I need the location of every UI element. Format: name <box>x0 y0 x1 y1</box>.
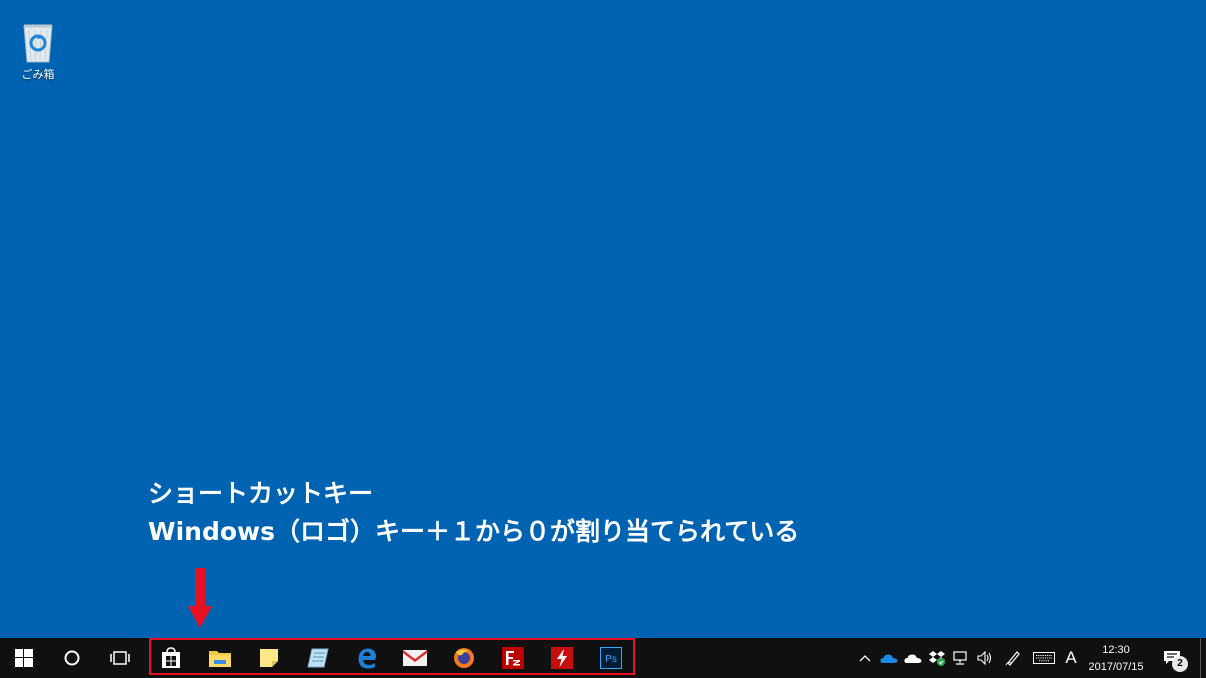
touch-keyboard-tray[interactable] <box>1030 638 1058 678</box>
pen-icon <box>1005 651 1020 666</box>
cortana-circle-icon <box>64 650 80 666</box>
dropbox-tray[interactable] <box>926 638 948 678</box>
down-arrow-icon <box>188 568 212 628</box>
keyboard-icon <box>1033 652 1055 664</box>
desktop: ごみ箱 ショートカットキー Windows（ロゴ）キー＋１から０が割り当てられて… <box>0 0 1206 638</box>
notification-count-badge: 2 <box>1172 656 1188 672</box>
task-view-icon <box>110 651 130 665</box>
ime-mode-label: A <box>1065 648 1077 667</box>
start-button[interactable] <box>0 638 48 678</box>
clock-date: 2017/07/15 <box>1088 661 1144 673</box>
onedrive-blue-cloud-icon <box>880 653 898 663</box>
task-view-button[interactable] <box>96 638 144 678</box>
network-tray[interactable] <box>950 638 972 678</box>
pinned-apps-highlight <box>149 638 635 675</box>
clock-time: 12:30 <box>1102 644 1130 656</box>
volume-tray[interactable] <box>974 638 996 678</box>
onedrive-tray[interactable] <box>902 638 924 678</box>
annotation-line2: Windows（ロゴ）キー＋１から０が割り当てられている <box>148 517 800 546</box>
show-desktop-button[interactable] <box>1200 638 1201 678</box>
pen-workspace-tray[interactable] <box>1002 638 1024 678</box>
recycle-bin-label: ごみ箱 <box>21 68 55 81</box>
recycle-bin[interactable]: ごみ箱 <box>12 20 64 82</box>
network-icon <box>953 651 967 665</box>
speaker-icon <box>977 651 992 665</box>
tray-overflow-button[interactable] <box>856 638 874 678</box>
onedrive-business-tray[interactable] <box>878 638 900 678</box>
ime-mode-tray[interactable]: A <box>1060 638 1082 678</box>
annotation-line1: ショートカットキー <box>148 479 374 508</box>
cortana-button[interactable] <box>48 638 96 678</box>
chevron-up-icon <box>859 655 871 662</box>
annotation-text: ショートカットキー Windows（ロゴ）キー＋１から０が割り当てられている <box>148 476 799 552</box>
windows-logo-icon <box>15 649 33 667</box>
recycle-bin-icon <box>23 24 53 63</box>
clock-tray[interactable]: 12:30 2017/07/15 <box>1084 638 1148 678</box>
dropbox-icon <box>929 651 945 666</box>
onedrive-cloud-icon <box>904 653 922 663</box>
